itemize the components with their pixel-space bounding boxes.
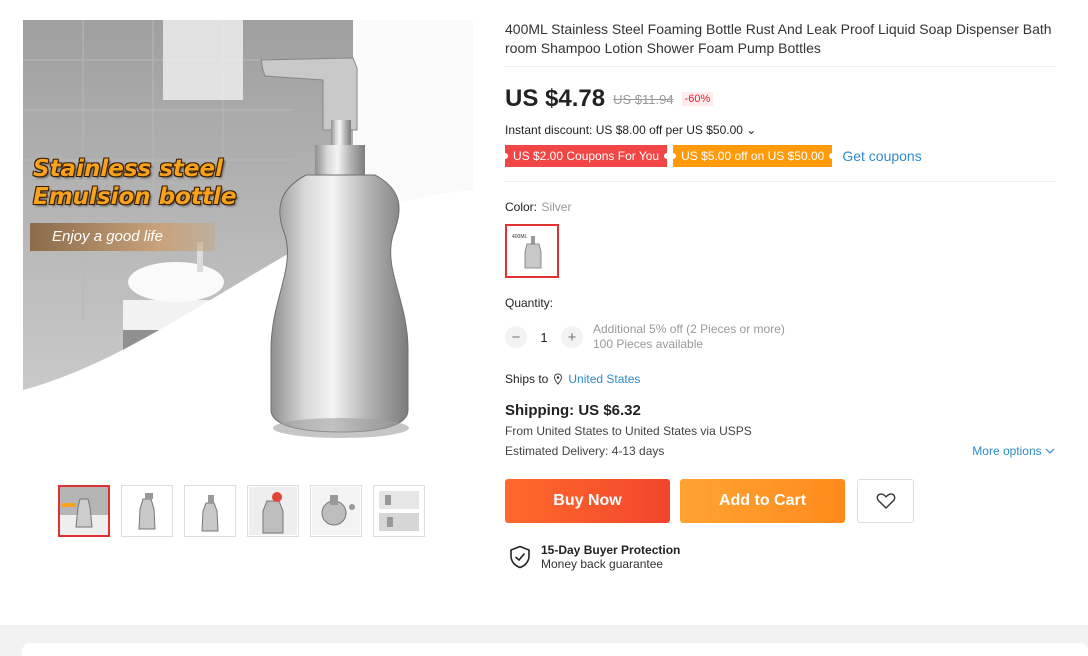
coupon-row: US $2.00 Coupons For You US $5.00 off on… bbox=[501, 145, 1055, 167]
shield-check-icon bbox=[510, 545, 530, 569]
wishlist-button[interactable] bbox=[857, 479, 914, 523]
heart-icon bbox=[876, 493, 895, 509]
footer-card bbox=[22, 643, 1088, 656]
add-to-cart-button[interactable]: Add to Cart bbox=[680, 479, 845, 523]
ships-to-row: Ships to United States bbox=[505, 372, 1055, 386]
estimated-delivery: Estimated Delivery: 4-13 days bbox=[505, 444, 665, 458]
coupon-1[interactable]: US $2.00 Coupons For You bbox=[501, 145, 671, 167]
protection-title: 15-Day Buyer Protection bbox=[541, 543, 681, 557]
stock-note: 100 Pieces available bbox=[593, 337, 704, 351]
current-price: US $4.78 bbox=[505, 85, 606, 112]
chevron-down-icon bbox=[1045, 448, 1055, 454]
product-image-gallery[interactable]: Stainless steel Emulsion bottle Enjoy a … bbox=[23, 20, 473, 470]
action-buttons: Buy Now Add to Cart bbox=[505, 479, 1055, 523]
thumbnail-2[interactable] bbox=[121, 485, 173, 537]
shipping-cost: Shipping: US $6.32 bbox=[505, 402, 641, 419]
instant-discount[interactable]: Instant discount: US $8.00 off per US $5… bbox=[505, 123, 1055, 137]
thumbnail-1[interactable] bbox=[58, 485, 110, 537]
protection-text: 15-Day Buyer Protection Money back guara… bbox=[541, 543, 680, 571]
color-swatch-silver[interactable]: 400ML bbox=[505, 224, 559, 278]
svg-text:400ML: 400ML bbox=[512, 234, 528, 240]
bulk-discount-note: Additional 5% off (2 Pieces or more) bbox=[593, 322, 785, 336]
product-info: 400ML Stainless Steel Foaming Bottle Rus… bbox=[501, 20, 1055, 571]
thumbnail-4[interactable] bbox=[247, 485, 299, 537]
ships-to-country-link[interactable]: United States bbox=[568, 372, 640, 386]
color-value: Silver bbox=[541, 200, 572, 214]
divider bbox=[505, 66, 1055, 67]
location-pin-icon bbox=[554, 373, 563, 385]
discount-badge: -60% bbox=[681, 92, 714, 106]
overlay-title: Stainless steel Emulsion bottle bbox=[33, 156, 237, 210]
buyer-protection: 15-Day Buyer Protection Money back guara… bbox=[509, 543, 1055, 571]
quantity-stepper: − 1 + Additional 5% off (2 Pieces or mor… bbox=[505, 322, 1055, 352]
color-section: Color: Silver bbox=[505, 198, 1055, 216]
quantity-label: Quantity: bbox=[505, 296, 554, 310]
thumbnail-3[interactable] bbox=[184, 485, 236, 537]
quantity-value[interactable]: 1 bbox=[527, 330, 561, 345]
protection-subtitle: Money back guarantee bbox=[541, 557, 664, 571]
increase-quantity-button[interactable]: + bbox=[561, 326, 583, 348]
thumbnail-6[interactable] bbox=[373, 485, 425, 537]
buy-now-button[interactable]: Buy Now bbox=[505, 479, 670, 523]
color-label: Color: bbox=[505, 200, 538, 214]
shipping-route: From United States to United States via … bbox=[505, 424, 752, 438]
decrease-quantity-button[interactable]: − bbox=[505, 326, 527, 348]
product-title: 400ML Stainless Steel Foaming Bottle Rus… bbox=[505, 21, 1052, 56]
thumbnail-5[interactable] bbox=[310, 485, 362, 537]
delivery-row: Estimated Delivery: 4-13 days More optio… bbox=[505, 441, 1055, 461]
price-row: US $4.78 US $11.94 -60% bbox=[505, 85, 1055, 113]
coupon-2[interactable]: US $5.00 off on US $50.00 bbox=[670, 145, 836, 167]
thumbnail-strip bbox=[58, 485, 425, 537]
divider bbox=[505, 181, 1055, 182]
swatch-image: 400ML bbox=[509, 228, 555, 274]
overlay-banner: Enjoy a good life bbox=[30, 223, 215, 251]
more-options-link[interactable]: More options bbox=[972, 441, 1055, 461]
ships-to-label: Ships to bbox=[505, 372, 549, 386]
original-price: US $11.94 bbox=[613, 91, 674, 107]
quantity-notes: Additional 5% off (2 Pieces or more) 100… bbox=[593, 322, 785, 352]
get-coupons-link[interactable]: Get coupons bbox=[842, 148, 921, 164]
